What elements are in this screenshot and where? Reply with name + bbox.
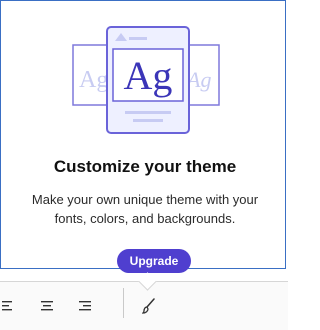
align-center-button[interactable] <box>34 282 60 330</box>
theme-card-left-text: Ag <box>79 67 108 93</box>
align-left-icon <box>2 301 12 311</box>
theme-illustration: Ag Ag Ag <box>72 26 220 134</box>
brush-icon <box>142 298 155 314</box>
toolbar-divider <box>123 288 124 318</box>
align-center-icon <box>41 301 53 311</box>
formatting-toolbar <box>0 281 288 330</box>
card-line-1 <box>125 111 171 114</box>
card-bar-top <box>129 37 147 40</box>
theme-card-center-text: Ag <box>124 53 173 98</box>
align-left-button[interactable] <box>0 282 16 330</box>
upgrade-button[interactable]: Upgrade <box>117 249 191 273</box>
align-right-button[interactable] <box>72 282 98 330</box>
popover-title: Customize your theme <box>53 157 237 176</box>
customize-theme-popover: Ag Ag Ag Customize your theme Make your … <box>0 0 286 269</box>
card-line-2 <box>133 119 163 122</box>
popover-description: Make your own unique theme with your fon… <box>31 192 259 226</box>
align-right-icon <box>79 301 91 311</box>
